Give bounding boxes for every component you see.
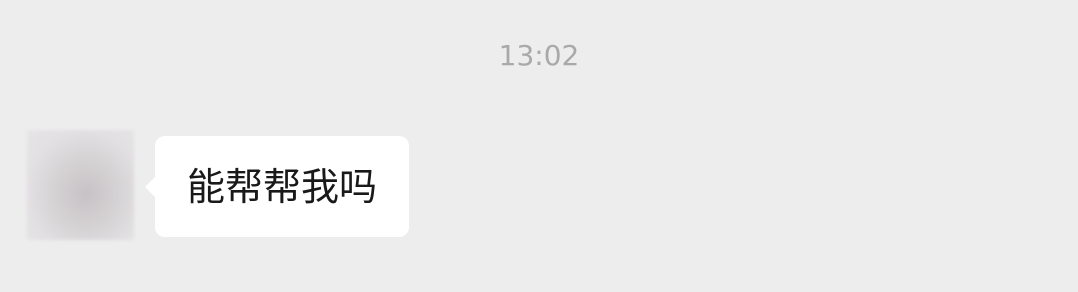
message-text: 能帮帮我吗 xyxy=(187,164,378,209)
message-timestamp: 13:02 xyxy=(498,39,580,72)
incoming-message-row: 能帮帮我吗 xyxy=(27,130,627,240)
avatar[interactable] xyxy=(27,130,134,240)
chat-view: 13:02 能帮帮我吗 xyxy=(0,0,1078,292)
message-bubble[interactable]: 能帮帮我吗 xyxy=(145,136,410,237)
bubble-tail xyxy=(145,176,156,198)
